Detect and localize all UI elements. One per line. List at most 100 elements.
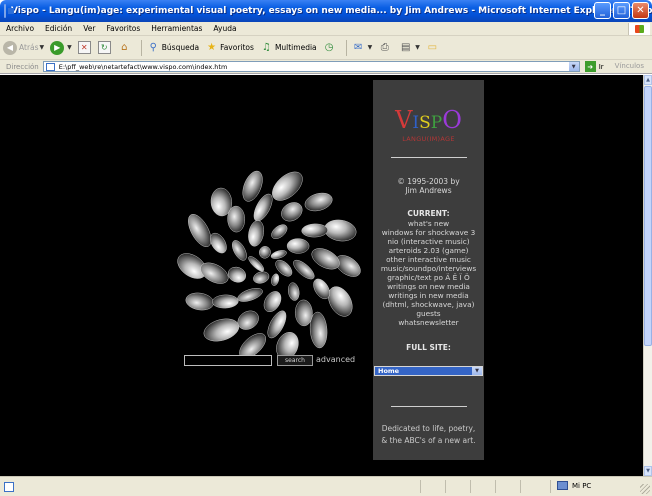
menu-ayuda[interactable]: Ayuda [213,24,236,33]
artwork-petal [237,288,263,302]
dedication-line: & the ABC's of a new art. [381,436,476,445]
stop-icon: ✕ [77,41,91,54]
scroll-up-icon[interactable]: ▲ [644,75,652,85]
links-label[interactable]: Vínculos [615,62,644,70]
search-submit-button[interactable]: search [277,355,313,366]
search-input[interactable] [184,355,272,366]
scroll-down-icon[interactable]: ▼ [644,466,652,476]
vertical-scrollbar[interactable]: ▲ ▼ [643,75,652,476]
address-input[interactable]: E:\pff_web\re\netartefact\www.vispo.com\… [42,61,580,72]
current-link-nio[interactable]: nio (interactive music) [373,237,484,246]
current-link-other-interactive-music[interactable]: other interactive music [373,255,484,264]
artwork-petal [301,223,328,238]
favorites-star-icon: ★ [207,42,217,53]
dedication-line: Dedicated to life, poetry, [381,424,476,433]
site-navigation-select[interactable]: Home ▼ [374,366,483,376]
chevron-down-icon[interactable]: ▼ [472,367,482,375]
menu-edicion[interactable]: Edición [45,24,72,33]
windows-logo-icon [628,23,650,35]
artwork-petal [259,246,271,259]
maximize-button[interactable]: □ [613,2,630,19]
back-label: Atrás [19,43,39,52]
status-pane-divider [520,480,521,493]
current-link-guests[interactable]: guests [373,309,484,318]
search-label: Búsqueda [161,43,200,52]
artwork-petal [253,271,270,284]
copyright-line: Jim Andrews [405,186,452,195]
address-dropdown-icon[interactable]: ▼ [568,62,579,71]
status-pane-divider [550,480,551,493]
forward-icon: ▶ [50,40,65,55]
current-link-whatsnewsletter[interactable]: whatsnewsletter [373,318,484,327]
current-link-graphic-text-po[interactable]: graphic/text po Ä Ë Ï Ö [373,273,484,282]
current-heading: CURRENT: [407,209,450,218]
menu-herramientas[interactable]: Herramientas [151,24,202,33]
back-button[interactable]: ◀ Atrás ▼ [3,40,45,55]
current-link-writings-in-new-media[interactable]: writings in new media [373,291,484,300]
forward-dropdown-icon[interactable]: ▼ [67,44,72,51]
current-link-whats-new[interactable]: what's new [373,219,484,228]
multimedia-label: Multimedia [274,43,317,52]
artwork-petal [281,202,303,222]
back-dropdown-icon[interactable]: ▼ [40,44,45,51]
minimize-button[interactable]: _ [594,2,611,19]
logo-letter: O [442,106,462,134]
current-link-writings-on-new-media[interactable]: writings on new media [373,282,484,291]
visual-poem-artwork[interactable] [172,161,368,371]
edit-dropdown-icon[interactable]: ▼ [415,44,420,51]
advanced-search-link[interactable]: advanced [316,355,355,364]
dedication-text: Dedicated to life, poetry, & the ABC's o… [373,423,484,447]
artwork-petal [286,238,310,254]
artwork-petal [232,240,247,261]
edit-button[interactable]: ▤ ▼ [399,42,420,53]
current-link-arteroids[interactable]: arteroids 2.03 (game) [373,246,484,255]
current-link-dhtml-shockwave-java[interactable]: (dhtml, shockwave, java) [373,300,484,309]
artwork-petal [311,248,340,270]
folder-icon: ▭ [427,42,438,53]
artwork-petal [227,266,247,283]
history-button[interactable]: ◷ [323,42,338,53]
favorites-button[interactable]: ★ Favoritos [205,42,254,53]
logo-letter: S [419,113,431,133]
mail-dropdown-icon[interactable]: ▼ [368,44,373,51]
artwork-petal [212,294,239,309]
artwork-petal [271,273,280,286]
menu-ver[interactable]: Ver [83,24,95,33]
copyright-text: © 1995-2003 by Jim Andrews [373,177,484,195]
go-icon: ➜ [584,61,596,72]
status-bar: Mi PC [0,476,652,496]
mail-button[interactable]: ✉ ▼ [352,42,373,53]
artwork-petal [324,219,357,242]
refresh-button[interactable]: ↻ [97,41,112,54]
go-button[interactable]: ➜ Ir [584,61,604,72]
artwork-petal [270,250,287,259]
folder-button[interactable]: ▭ [426,42,441,53]
menu-favoritos[interactable]: Favoritos [106,24,140,33]
current-link-music-soundpo-interviews[interactable]: music/soundpo/interviews [373,264,484,273]
search-icon: ⚲ [149,42,157,53]
page-content: search advanced VISPO LANGU(IM)AGE © 199… [0,75,643,476]
search-button[interactable]: ⚲ Búsqueda [147,42,199,53]
forward-button[interactable]: ▶ ▼ [50,40,72,55]
resize-grip[interactable] [640,484,650,494]
close-button[interactable]: ✕ [632,2,649,19]
current-link-windows-for-shockwave[interactable]: windows for shockwave 3 [373,228,484,237]
address-label: Dirección [6,62,39,71]
print-button[interactable]: ⎙ [378,42,393,53]
artwork-petal [248,220,264,247]
artwork-petal [227,205,246,233]
app-icon[interactable] [4,4,14,18]
stop-button[interactable]: ✕ [77,41,92,54]
go-label: Ir [598,62,604,71]
edit-icon: ▤ [401,42,411,53]
logo-letter: P [430,113,443,133]
artwork-petal [188,214,212,247]
title-bar: Vispo - Langu(im)age: experimental visua… [0,0,652,22]
vispo-logo[interactable]: VISPO [373,108,484,132]
home-button[interactable]: ⌂ [118,42,133,53]
menu-archivo[interactable]: Archivo [6,24,34,33]
scroll-thumb[interactable] [644,86,652,346]
artwork-petal [272,171,303,201]
full-site-heading: FULL SITE: [406,343,451,352]
multimedia-button[interactable]: ♫ Multimedia [260,42,317,53]
